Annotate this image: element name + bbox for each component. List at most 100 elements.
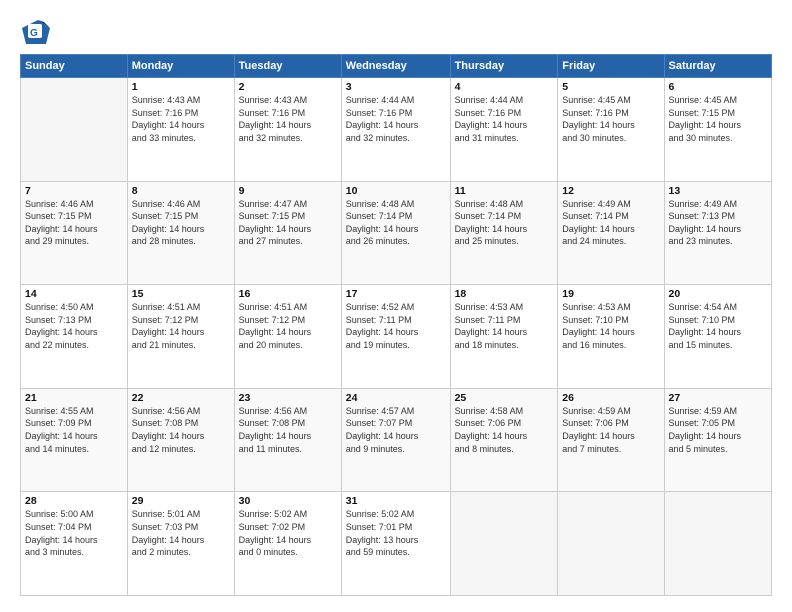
calendar-body: 1 Sunrise: 4:43 AM Sunset: 7:16 PM Daylig… xyxy=(21,78,772,596)
calendar-cell: 22Sunrise: 4:56 AM Sunset: 7:08 PM Dayli… xyxy=(127,388,234,492)
page: G SundayMondayTuesdayWednesdayThursdayFr… xyxy=(0,0,792,612)
calendar-cell: 18Sunrise: 4:53 AM Sunset: 7:11 PM Dayli… xyxy=(450,285,558,389)
day-number: 20 xyxy=(669,288,767,300)
calendar-cell: 5Sunrise: 4:45 AM Sunset: 7:16 PM Daylig… xyxy=(558,78,664,182)
day-number: 14 xyxy=(25,288,123,300)
day-info: Sunrise: 4:59 AM Sunset: 7:06 PM Dayligh… xyxy=(562,405,659,455)
day-number: 29 xyxy=(132,495,230,507)
weekday-header-saturday: Saturday xyxy=(664,55,771,78)
day-info: Sunrise: 4:56 AM Sunset: 7:08 PM Dayligh… xyxy=(239,405,337,455)
day-info: Sunrise: 4:44 AM Sunset: 7:16 PM Dayligh… xyxy=(455,94,554,144)
day-info: Sunrise: 4:53 AM Sunset: 7:11 PM Dayligh… xyxy=(455,301,554,351)
weekday-header-thursday: Thursday xyxy=(450,55,558,78)
day-number: 15 xyxy=(132,288,230,300)
day-number: 11 xyxy=(455,185,554,197)
calendar-table: SundayMondayTuesdayWednesdayThursdayFrid… xyxy=(20,54,772,596)
calendar-cell: 6Sunrise: 4:45 AM Sunset: 7:15 PM Daylig… xyxy=(664,78,771,182)
day-number: 18 xyxy=(455,288,554,300)
weekday-header-sunday: Sunday xyxy=(21,55,128,78)
calendar-cell xyxy=(21,78,128,182)
calendar-cell: 3Sunrise: 4:44 AM Sunset: 7:16 PM Daylig… xyxy=(341,78,450,182)
day-number: 31 xyxy=(346,495,446,507)
day-info: Sunrise: 4:46 AM Sunset: 7:15 PM Dayligh… xyxy=(25,198,123,248)
day-info: Sunrise: 4:46 AM Sunset: 7:15 PM Dayligh… xyxy=(132,198,230,248)
calendar-cell: 28Sunrise: 5:00 AM Sunset: 7:04 PM Dayli… xyxy=(21,492,128,596)
day-info: Sunrise: 5:02 AM Sunset: 7:01 PM Dayligh… xyxy=(346,508,446,558)
calendar-cell: 7Sunrise: 4:46 AM Sunset: 7:15 PM Daylig… xyxy=(21,181,128,285)
weekday-header-row: SundayMondayTuesdayWednesdayThursdayFrid… xyxy=(21,55,772,78)
day-info: Sunrise: 4:50 AM Sunset: 7:13 PM Dayligh… xyxy=(25,301,123,351)
day-info: Sunrise: 4:59 AM Sunset: 7:05 PM Dayligh… xyxy=(669,405,767,455)
calendar-cell xyxy=(558,492,664,596)
weekday-header-monday: Monday xyxy=(127,55,234,78)
day-info: Sunrise: 4:48 AM Sunset: 7:14 PM Dayligh… xyxy=(455,198,554,248)
calendar-cell: 26Sunrise: 4:59 AM Sunset: 7:06 PM Dayli… xyxy=(558,388,664,492)
calendar-cell: 21Sunrise: 4:55 AM Sunset: 7:09 PM Dayli… xyxy=(21,388,128,492)
calendar-cell: 27Sunrise: 4:59 AM Sunset: 7:05 PM Dayli… xyxy=(664,388,771,492)
day-info: Sunrise: 5:02 AM Sunset: 7:02 PM Dayligh… xyxy=(239,508,337,558)
calendar-week-3: 14Sunrise: 4:50 AM Sunset: 7:13 PM Dayli… xyxy=(21,285,772,389)
weekday-header-tuesday: Tuesday xyxy=(234,55,341,78)
calendar-cell: 4Sunrise: 4:44 AM Sunset: 7:16 PM Daylig… xyxy=(450,78,558,182)
day-number: 26 xyxy=(562,392,659,404)
day-number: 2 xyxy=(239,81,337,93)
calendar-cell: 15Sunrise: 4:51 AM Sunset: 7:12 PM Dayli… xyxy=(127,285,234,389)
day-number: 16 xyxy=(239,288,337,300)
logo-icon: G xyxy=(20,16,52,48)
day-number: 4 xyxy=(455,81,554,93)
day-number: 23 xyxy=(239,392,337,404)
day-number: 3 xyxy=(346,81,446,93)
calendar-cell: 13Sunrise: 4:49 AM Sunset: 7:13 PM Dayli… xyxy=(664,181,771,285)
day-number: 22 xyxy=(132,392,230,404)
weekday-header-friday: Friday xyxy=(558,55,664,78)
logo: G xyxy=(20,16,54,48)
day-number: 7 xyxy=(25,185,123,197)
calendar-cell: 24Sunrise: 4:57 AM Sunset: 7:07 PM Dayli… xyxy=(341,388,450,492)
day-info: Sunrise: 4:54 AM Sunset: 7:10 PM Dayligh… xyxy=(669,301,767,351)
day-info: Sunrise: 4:43 AM Sunset: 7:16 PM Dayligh… xyxy=(239,94,337,144)
day-number: 1 xyxy=(132,81,230,93)
weekday-header-wednesday: Wednesday xyxy=(341,55,450,78)
day-info: Sunrise: 4:49 AM Sunset: 7:13 PM Dayligh… xyxy=(669,198,767,248)
day-info: Sunrise: 4:45 AM Sunset: 7:16 PM Dayligh… xyxy=(562,94,659,144)
calendar-week-5: 28Sunrise: 5:00 AM Sunset: 7:04 PM Dayli… xyxy=(21,492,772,596)
calendar-cell: 17Sunrise: 4:52 AM Sunset: 7:11 PM Dayli… xyxy=(341,285,450,389)
day-number: 5 xyxy=(562,81,659,93)
calendar-cell: 31Sunrise: 5:02 AM Sunset: 7:01 PM Dayli… xyxy=(341,492,450,596)
calendar-cell: 12Sunrise: 4:49 AM Sunset: 7:14 PM Dayli… xyxy=(558,181,664,285)
day-number: 30 xyxy=(239,495,337,507)
header: G xyxy=(20,16,772,48)
calendar-cell: 11Sunrise: 4:48 AM Sunset: 7:14 PM Dayli… xyxy=(450,181,558,285)
day-number: 21 xyxy=(25,392,123,404)
day-info: Sunrise: 4:51 AM Sunset: 7:12 PM Dayligh… xyxy=(132,301,230,351)
calendar-week-2: 7Sunrise: 4:46 AM Sunset: 7:15 PM Daylig… xyxy=(21,181,772,285)
calendar-cell: 1Sunrise: 4:43 AM Sunset: 7:16 PM Daylig… xyxy=(127,78,234,182)
day-info: Sunrise: 4:51 AM Sunset: 7:12 PM Dayligh… xyxy=(239,301,337,351)
day-info: Sunrise: 4:44 AM Sunset: 7:16 PM Dayligh… xyxy=(346,94,446,144)
calendar-cell: 23Sunrise: 4:56 AM Sunset: 7:08 PM Dayli… xyxy=(234,388,341,492)
day-info: Sunrise: 4:47 AM Sunset: 7:15 PM Dayligh… xyxy=(239,198,337,248)
calendar-cell: 2Sunrise: 4:43 AM Sunset: 7:16 PM Daylig… xyxy=(234,78,341,182)
calendar-cell: 25Sunrise: 4:58 AM Sunset: 7:06 PM Dayli… xyxy=(450,388,558,492)
day-number: 28 xyxy=(25,495,123,507)
day-info: Sunrise: 4:45 AM Sunset: 7:15 PM Dayligh… xyxy=(669,94,767,144)
calendar-week-1: 1 Sunrise: 4:43 AM Sunset: 7:16 PM Daylig… xyxy=(21,78,772,182)
day-info: Sunrise: 5:01 AM Sunset: 7:03 PM Dayligh… xyxy=(132,508,230,558)
day-number: 8 xyxy=(132,185,230,197)
calendar-cell: 20Sunrise: 4:54 AM Sunset: 7:10 PM Dayli… xyxy=(664,285,771,389)
day-number: 17 xyxy=(346,288,446,300)
day-number: 10 xyxy=(346,185,446,197)
calendar-cell: 9Sunrise: 4:47 AM Sunset: 7:15 PM Daylig… xyxy=(234,181,341,285)
calendar-cell: 14Sunrise: 4:50 AM Sunset: 7:13 PM Dayli… xyxy=(21,285,128,389)
calendar-header: SundayMondayTuesdayWednesdayThursdayFrid… xyxy=(21,55,772,78)
day-number: 24 xyxy=(346,392,446,404)
day-number: 19 xyxy=(562,288,659,300)
day-info: Sunrise: 4:49 AM Sunset: 7:14 PM Dayligh… xyxy=(562,198,659,248)
calendar-cell xyxy=(450,492,558,596)
day-info: Sunrise: 4:53 AM Sunset: 7:10 PM Dayligh… xyxy=(562,301,659,351)
day-info: Sunrise: 5:00 AM Sunset: 7:04 PM Dayligh… xyxy=(25,508,123,558)
svg-text:G: G xyxy=(30,28,38,39)
calendar-cell xyxy=(664,492,771,596)
day-number: 25 xyxy=(455,392,554,404)
day-info: Sunrise: 4:58 AM Sunset: 7:06 PM Dayligh… xyxy=(455,405,554,455)
